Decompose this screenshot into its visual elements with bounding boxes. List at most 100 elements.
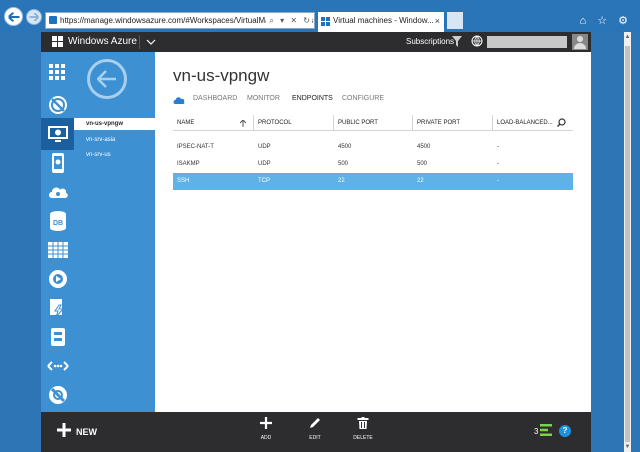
column-header-load-balanced[interactable]: LOAD-BALANCED...: [492, 115, 554, 131]
rail-traffic-manager[interactable]: [41, 379, 74, 411]
tab-monitor[interactable]: MONITOR: [247, 95, 280, 102]
cell-public-port: 22: [338, 178, 345, 184]
rail-storage[interactable]: [41, 234, 74, 266]
network-icon: [47, 361, 69, 371]
service-rail: DB: [41, 52, 74, 412]
sidebar-item-vn-srv-us[interactable]: vn-srv-us: [74, 149, 155, 161]
rail-virtual-machines[interactable]: [41, 118, 74, 150]
cell-private-port: 4500: [417, 144, 431, 150]
ban-icon: [49, 386, 67, 404]
cell-load-balanced: -: [497, 144, 499, 150]
rail-mobile-services[interactable]: [41, 147, 74, 179]
plus-icon: [260, 417, 272, 429]
browser-tab[interactable]: Virtual machines - Window... ×: [318, 12, 444, 32]
table-icon: [48, 242, 68, 258]
new-button[interactable]: NEW: [56, 422, 116, 442]
site-icon: [49, 16, 57, 24]
arrow-right-icon: [29, 13, 39, 21]
cell-private-port: 22: [417, 178, 424, 184]
command-bar: NEW ADD EDIT DELETE 3 ?: [41, 412, 591, 452]
search-icon[interactable]: [557, 118, 566, 127]
table-row[interactable]: IPSEC-NAT-T UDP 4500 4500 -: [173, 139, 573, 156]
tab-dashboard[interactable]: DASHBOARD: [193, 95, 237, 102]
mobile-service-icon: [52, 153, 64, 173]
cell-name: IPSEC-NAT-T: [177, 144, 214, 150]
delete-button[interactable]: DELETE: [343, 417, 383, 447]
table-row[interactable]: ISAKMP UDP 500 500 -: [173, 156, 573, 173]
portal-brand[interactable]: Windows Azure: [68, 36, 137, 47]
add-button-label: ADD: [260, 435, 272, 441]
cell-public-port: 500: [338, 161, 349, 167]
globe-icon[interactable]: [471, 35, 483, 47]
arrow-left-icon: [8, 12, 19, 21]
add-button[interactable]: ADD: [246, 417, 286, 447]
new-button-label: NEW: [76, 427, 97, 437]
column-header-private-port[interactable]: PRIVATE PORT: [412, 115, 492, 131]
sort-up-icon[interactable]: [240, 120, 246, 127]
avatar[interactable]: [572, 34, 588, 50]
db-icon: DB: [50, 211, 66, 231]
rail-networks[interactable]: [41, 350, 74, 382]
tab-endpoints[interactable]: ENDPOINTS: [292, 95, 333, 102]
portal-search-input[interactable]: [487, 36, 567, 48]
tab-configure[interactable]: CONFIGURE: [342, 95, 384, 102]
plus-icon: [57, 423, 71, 437]
rail-service-bus[interactable]: [41, 292, 74, 324]
header-divider: [139, 35, 140, 49]
back-button[interactable]: [87, 59, 127, 99]
activity-count: 3: [534, 427, 539, 436]
trash-icon: [357, 417, 369, 429]
storage-icon: [51, 328, 65, 346]
rail-media-services[interactable]: [41, 263, 74, 295]
arrow-left-icon: [97, 70, 116, 88]
table-row-selected[interactable]: SSH TCP 22 22 -: [173, 173, 573, 190]
network-list-sidebar: vn-us-vpngw vn-srv-asia vn-srv-us: [74, 52, 155, 412]
cell-protocol: TCP: [258, 178, 270, 184]
sidebar-item-vn-us-vpngw[interactable]: vn-us-vpngw: [74, 118, 155, 130]
column-header-protocol[interactable]: PROTOCOL: [253, 115, 333, 131]
scroll-up-icon[interactable]: ▲: [624, 32, 631, 42]
rail-web-sites[interactable]: [41, 89, 74, 121]
windows-logo-icon: [52, 36, 63, 47]
column-header-public-port[interactable]: PUBLIC PORT: [333, 115, 412, 131]
new-tab-button[interactable]: [447, 12, 463, 29]
cell-public-port: 4500: [338, 144, 352, 150]
address-tools[interactable]: ⌕ ▾ ✕ ↻: [266, 13, 312, 28]
table-header: NAME PROTOCOL PUBLIC PORT PRIVATE PORT L…: [173, 115, 573, 131]
cell-name: SSH: [177, 178, 190, 184]
tab-close-icon[interactable]: ×: [435, 12, 440, 30]
media-icon: [49, 270, 67, 288]
rail-sql-databases[interactable]: DB: [41, 205, 74, 237]
filter-icon[interactable]: [452, 36, 462, 47]
edit-button[interactable]: EDIT: [295, 417, 335, 447]
cloud-icon: [173, 97, 185, 104]
help-icon[interactable]: ?: [559, 425, 571, 437]
browser-back-button[interactable]: [4, 7, 23, 26]
sidebar-item-vn-srv-asia[interactable]: vn-srv-asia: [74, 134, 155, 146]
rail-hdinsight[interactable]: [41, 321, 74, 353]
cell-protocol: UDP: [258, 161, 271, 167]
cloud-service-icon: [49, 187, 68, 198]
subscriptions-link[interactable]: Subscriptions: [406, 37, 454, 46]
main-content: vn-us-vpngw DASHBOARD MONITOR ENDPOINTS …: [155, 52, 591, 412]
cell-load-balanced: -: [497, 161, 499, 167]
activity-icon[interactable]: [540, 424, 552, 436]
portal-header: Windows Azure Subscriptions: [41, 32, 591, 52]
db-icon-text: DB: [53, 220, 63, 227]
cell-private-port: 500: [417, 161, 428, 167]
windows-icon: [321, 17, 330, 26]
grid-icon: [49, 64, 65, 80]
browser-forward-button[interactable]: [26, 9, 42, 25]
cell-load-balanced: -: [497, 178, 499, 184]
rail-cloud-services[interactable]: [41, 176, 74, 208]
address-bar[interactable]: https://manage.windowsazure.com/#Workspa…: [45, 12, 315, 29]
browser-chrome: https://manage.windowsazure.com/#Workspa…: [0, 0, 640, 32]
scrollbar[interactable]: ▲ ▼: [591, 32, 640, 452]
cell-name: ISAKMP: [177, 161, 200, 167]
scroll-down-icon[interactable]: ▼: [624, 442, 631, 452]
chevron-down-icon[interactable]: [145, 34, 157, 50]
rail-all-items[interactable]: [41, 57, 74, 89]
tab-title: Virtual machines - Window...: [333, 16, 434, 25]
browser-toolbar-icons[interactable]: ⌂ ☆ ⚙: [580, 14, 632, 27]
scrollbar-thumb[interactable]: [625, 46, 630, 444]
